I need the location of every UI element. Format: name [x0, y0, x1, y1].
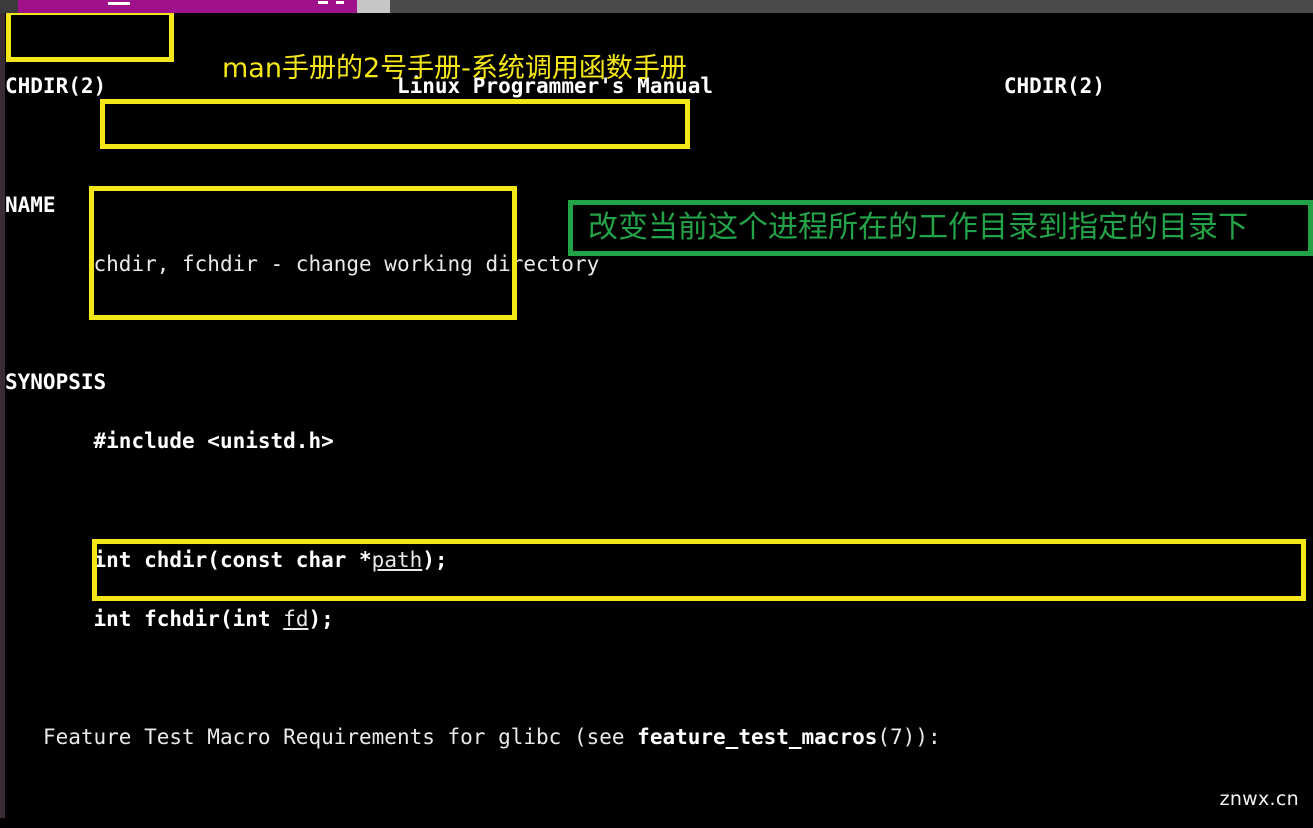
param-path: path	[371, 547, 423, 572]
param-fd: fd	[283, 606, 309, 631]
tab-strip-left-nub	[0, 0, 18, 13]
spacer-row	[5, 309, 1313, 339]
watermark: znwx.cn	[1219, 788, 1299, 810]
man-header-right: CHDIR(2)	[1003, 74, 1105, 99]
annotation-chinese-translation: 改变当前这个进程所在的工作目录到指定的目录下	[588, 210, 1248, 245]
annotation-manual-section-note: man手册的2号手册-系统调用函数手册	[222, 53, 687, 84]
tab-title-glyph	[336, 1, 344, 4]
see-also-feature-test-macros: feature_test_macros	[637, 725, 878, 750]
section-heading-synopsis: SYNOPSIS	[5, 370, 107, 395]
tab-strip[interactable]	[0, 0, 1313, 13]
man-page-content[interactable]: CHDIR(2) Linux Programmer's Manual CHDIR…	[5, 13, 1313, 818]
spacer-row	[5, 664, 1313, 694]
synopsis-include-row: #include <unistd.h>	[93, 429, 334, 454]
spacer-row	[5, 782, 1313, 812]
terminal-screen: CHDIR(2) Linux Programmer's Manual CHDIR…	[0, 0, 1313, 828]
synopsis-proto-fchdir: int fchdir(int fd);	[93, 606, 334, 631]
spacer-row	[5, 487, 1313, 517]
spacer-row	[5, 131, 1313, 161]
name-body-row: chdir, fchdir - change working directory	[93, 251, 600, 276]
tab-title-glyph	[108, 2, 130, 5]
tab-inactive[interactable]	[357, 0, 390, 13]
feature-test-macro-row: Feature Test Macro Requirements for glib…	[42, 725, 941, 750]
tab-title-glyph	[318, 1, 328, 4]
synopsis-proto-chdir: int chdir(const char *path);	[93, 547, 448, 572]
man-header-left: CHDIR(2)	[5, 74, 107, 99]
